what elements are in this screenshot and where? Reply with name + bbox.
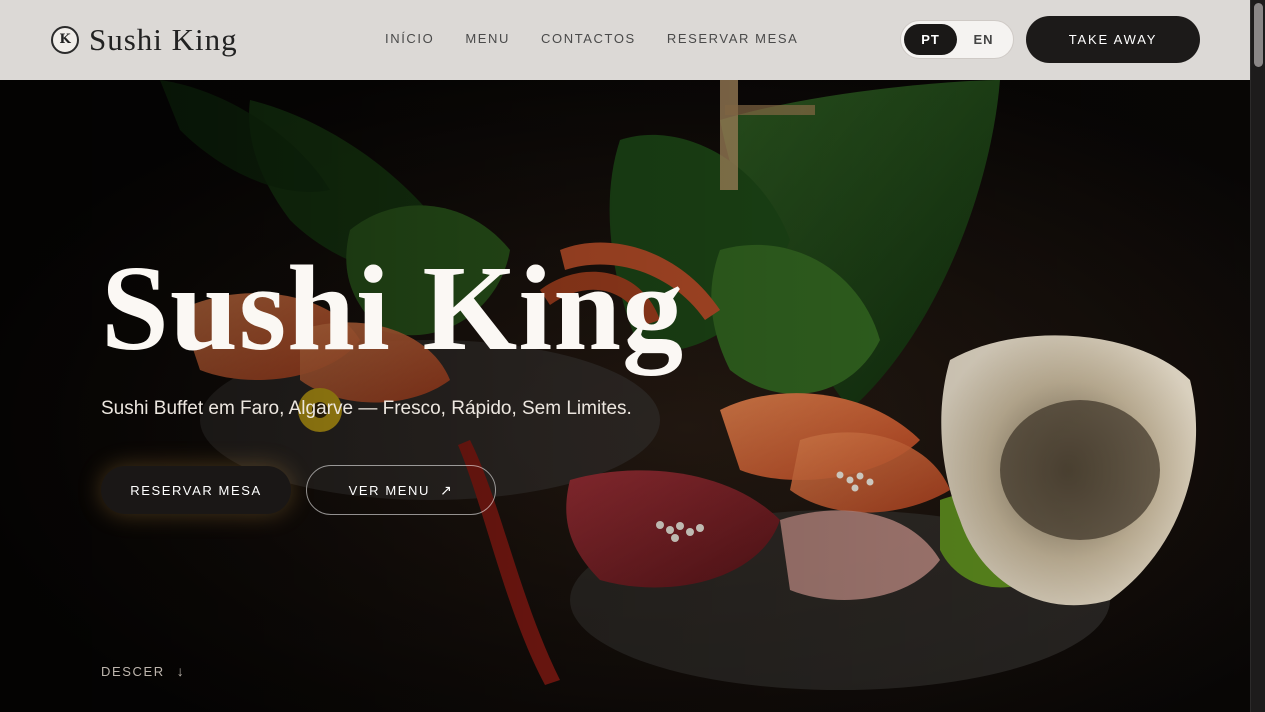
language-switcher: PT EN (900, 20, 1014, 59)
site-header: K Sushi King INÍCIO MENU CONTACTOS RESER… (0, 0, 1250, 80)
arrow-up-right-icon: ↗ (440, 481, 454, 498)
take-away-button[interactable]: TAKE AWAY (1026, 16, 1200, 63)
view-menu-button[interactable]: VER MENU ↗ (306, 465, 496, 515)
nav-link-reservar-mesa[interactable]: RESERVAR MESA (667, 31, 799, 46)
hero-subtitle: Sushi Buffet em Faro, Algarve — Fresco, … (101, 398, 632, 419)
scroll-down-label: DESCER (101, 663, 165, 679)
brand-name: Sushi King (89, 22, 238, 57)
reserve-table-label: RESERVAR MESA (130, 482, 262, 498)
nav-link-menu[interactable]: MENU (465, 31, 510, 46)
main-nav: INÍCIO MENU CONTACTOS RESERVAR MESA (385, 31, 798, 46)
crown-crest-icon: K (51, 25, 79, 54)
hero-overlay (0, 80, 1250, 712)
brand-logo[interactable]: K Sushi King (51, 24, 238, 55)
view-menu-label: VER MENU (348, 482, 431, 498)
hero-section: Sushi King Sushi Buffet em Faro, Algarve… (0, 80, 1250, 712)
page-scrollbar[interactable] (1250, 0, 1265, 712)
lang-option-pt[interactable]: PT (904, 24, 957, 55)
reserve-table-button[interactable]: RESERVAR MESA (101, 466, 291, 514)
nav-link-contactos[interactable]: CONTACTOS (541, 31, 636, 46)
scroll-down-link[interactable]: DESCER ↓ (101, 663, 185, 679)
hero-title: Sushi King (101, 241, 685, 376)
arrow-down-icon: ↓ (176, 663, 186, 679)
lang-option-en[interactable]: EN (957, 24, 1010, 55)
nav-link-inicio[interactable]: INÍCIO (385, 31, 434, 46)
scrollbar-thumb[interactable] (1254, 3, 1263, 67)
